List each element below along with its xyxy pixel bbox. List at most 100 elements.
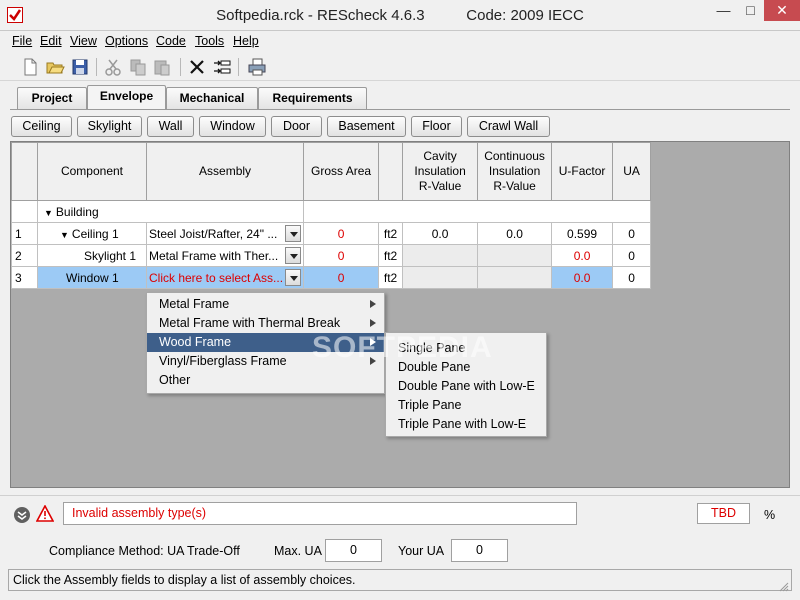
your-ua-label: Your UA bbox=[398, 544, 445, 558]
door-button[interactable]: Door bbox=[271, 116, 322, 137]
insert-row-icon[interactable] bbox=[212, 57, 232, 77]
header-gross-area[interactable]: Gross Area bbox=[303, 142, 380, 201]
submenu-item-triple-pane-low-e[interactable]: Triple Pane with Low-E bbox=[386, 415, 546, 434]
row-number: 1 bbox=[11, 222, 38, 245]
continuous-cell[interactable]: 0.0 bbox=[477, 222, 553, 245]
gross-area-cell[interactable]: 0 bbox=[303, 266, 380, 289]
open-folder-icon[interactable] bbox=[45, 57, 65, 77]
compliance-method-label: Compliance Method: UA Trade-Off bbox=[49, 544, 240, 558]
crawl-wall-button[interactable]: Crawl Wall bbox=[467, 116, 550, 137]
menu-options[interactable]: Options bbox=[105, 34, 148, 48]
menu-item-label: Metal Frame bbox=[159, 297, 230, 311]
window-title: Softpedia.rck - REScheck 4.6.3 Code: 200… bbox=[216, 7, 584, 24]
window-button[interactable]: Window bbox=[199, 116, 266, 137]
resize-grip-icon[interactable] bbox=[779, 578, 789, 592]
message-row: Invalid assembly type(s) TBD % bbox=[0, 495, 800, 531]
header-continuous-insulation[interactable]: Continuous Insulation R-Value bbox=[477, 142, 553, 201]
main-tabs: Project Envelope Mechanical Requirements bbox=[0, 85, 800, 110]
assembly-cell[interactable]: Click here to select Ass... bbox=[145, 266, 305, 289]
menu-view[interactable]: View bbox=[70, 34, 97, 48]
header-unit bbox=[378, 142, 404, 201]
group-cell[interactable]: ▼ Building bbox=[36, 200, 305, 223]
menu-item-label: Metal Frame with Thermal Break bbox=[159, 316, 341, 330]
menu-file-label: File bbox=[12, 34, 33, 48]
tab-envelope[interactable]: Envelope bbox=[87, 85, 166, 110]
assembly-value: Click here to select Ass... bbox=[149, 270, 284, 285]
menu-code-label: Code bbox=[156, 34, 186, 48]
save-icon[interactable] bbox=[70, 57, 90, 77]
your-ua-field: 0 bbox=[451, 539, 508, 562]
gross-area-cell[interactable]: 0 bbox=[303, 244, 380, 267]
continuous-cell bbox=[477, 266, 553, 289]
skylight-button[interactable]: Skylight bbox=[77, 116, 142, 137]
minimize-button[interactable]: — bbox=[710, 0, 737, 21]
table-row[interactable]: 3 Window 1 Click here to select Ass... 0… bbox=[11, 266, 652, 289]
gross-area-cell[interactable]: 0 bbox=[303, 222, 380, 245]
new-file-icon[interactable] bbox=[20, 57, 40, 77]
ufactor-cell[interactable]: 0.599 bbox=[551, 222, 614, 245]
tab-project[interactable]: Project bbox=[17, 87, 87, 109]
menu-item-label: Other bbox=[159, 373, 191, 387]
wall-button[interactable]: Wall bbox=[147, 116, 194, 137]
submenu-arrow-icon bbox=[370, 300, 376, 308]
assembly-cell[interactable]: Metal Frame with Ther... bbox=[145, 244, 305, 267]
header-cavity-insulation[interactable]: Cavity Insulation R-Value bbox=[402, 142, 479, 201]
expand-chevron-icon[interactable] bbox=[14, 507, 30, 523]
menu-item-metal-frame[interactable]: Metal Frame bbox=[147, 295, 384, 314]
submenu-item-double-pane[interactable]: Double Pane bbox=[386, 358, 546, 377]
tab-mechanical[interactable]: Mechanical bbox=[166, 87, 258, 109]
tab-panel-border bbox=[10, 109, 790, 110]
collapse-triangle-icon[interactable]: ▼ bbox=[44, 208, 53, 218]
table-row[interactable]: 2 Skylight 1 Metal Frame with Ther... 0 … bbox=[11, 244, 652, 267]
header-component[interactable]: Component bbox=[37, 142, 147, 201]
table-row[interactable]: 1 ▼ Ceiling 1 Steel Joist/Rafter, 24" ...… bbox=[11, 222, 652, 245]
menu-edit[interactable]: Edit bbox=[40, 34, 62, 48]
dropdown-arrow-icon[interactable] bbox=[285, 247, 302, 264]
header-ua[interactable]: UA bbox=[612, 142, 652, 201]
basement-button[interactable]: Basement bbox=[327, 116, 406, 137]
menu-item-other[interactable]: Other bbox=[147, 371, 384, 390]
component-cell[interactable]: ▼ Ceiling 1 bbox=[37, 222, 147, 245]
copy-icon[interactable] bbox=[128, 57, 148, 77]
ufactor-cell[interactable]: 0.0 bbox=[551, 266, 614, 289]
menu-item-label: Vinyl/Fiberglass Frame bbox=[159, 354, 287, 368]
close-button[interactable]: ✕ bbox=[764, 0, 800, 21]
menu-code[interactable]: Code bbox=[156, 34, 186, 48]
submenu-item-triple-pane[interactable]: Triple Pane bbox=[386, 396, 546, 415]
tab-requirements[interactable]: Requirements bbox=[258, 87, 367, 109]
submenu-item-single-pane[interactable]: Single Pane bbox=[386, 339, 546, 358]
paste-icon[interactable] bbox=[152, 57, 172, 77]
component-name: Window 1 bbox=[66, 270, 119, 285]
menu-help[interactable]: Help bbox=[233, 34, 259, 48]
assembly-cell[interactable]: Steel Joist/Rafter, 24" ... bbox=[145, 222, 305, 245]
collapse-triangle-icon[interactable]: ▼ bbox=[60, 230, 69, 240]
menu-item-vinyl-fiberglass-frame[interactable]: Vinyl/Fiberglass Frame bbox=[147, 352, 384, 371]
dropdown-arrow-icon[interactable] bbox=[285, 269, 302, 286]
max-ua-label: Max. UA bbox=[274, 544, 322, 558]
header-continuous-line1: Continuous bbox=[484, 149, 545, 163]
unit-cell: ft2 bbox=[378, 222, 404, 245]
floor-button[interactable]: Floor bbox=[411, 116, 462, 137]
menu-tools[interactable]: Tools bbox=[195, 34, 224, 48]
table-header-row: Component Assembly Gross Area Cavity Ins… bbox=[11, 142, 652, 201]
ceiling-button[interactable]: Ceiling bbox=[11, 116, 72, 137]
menu-file[interactable]: File bbox=[12, 34, 32, 48]
submenu-item-double-pane-low-e[interactable]: Double Pane with Low-E bbox=[386, 377, 546, 396]
menu-item-wood-frame[interactable]: Wood Frame bbox=[147, 333, 384, 352]
delete-icon[interactable] bbox=[187, 57, 207, 77]
component-cell[interactable]: Skylight 1 bbox=[37, 244, 147, 267]
header-assembly[interactable]: Assembly bbox=[145, 142, 305, 201]
menu-item-metal-frame-thermal-break[interactable]: Metal Frame with Thermal Break bbox=[147, 314, 384, 333]
ua-cell: 0 bbox=[612, 222, 652, 245]
cavity-cell[interactable]: 0.0 bbox=[402, 222, 479, 245]
maximize-button[interactable]: □ bbox=[737, 0, 764, 21]
header-ufactor[interactable]: U-Factor bbox=[551, 142, 614, 201]
ufactor-cell[interactable]: 0.0 bbox=[551, 244, 614, 267]
cut-icon[interactable] bbox=[103, 57, 123, 77]
dropdown-arrow-icon[interactable] bbox=[285, 225, 302, 242]
submenu-arrow-icon bbox=[370, 357, 376, 365]
print-icon[interactable] bbox=[247, 57, 267, 77]
cavity-cell bbox=[402, 244, 479, 267]
component-cell[interactable]: Window 1 bbox=[37, 266, 147, 289]
component-name: Ceiling 1 bbox=[71, 226, 119, 241]
